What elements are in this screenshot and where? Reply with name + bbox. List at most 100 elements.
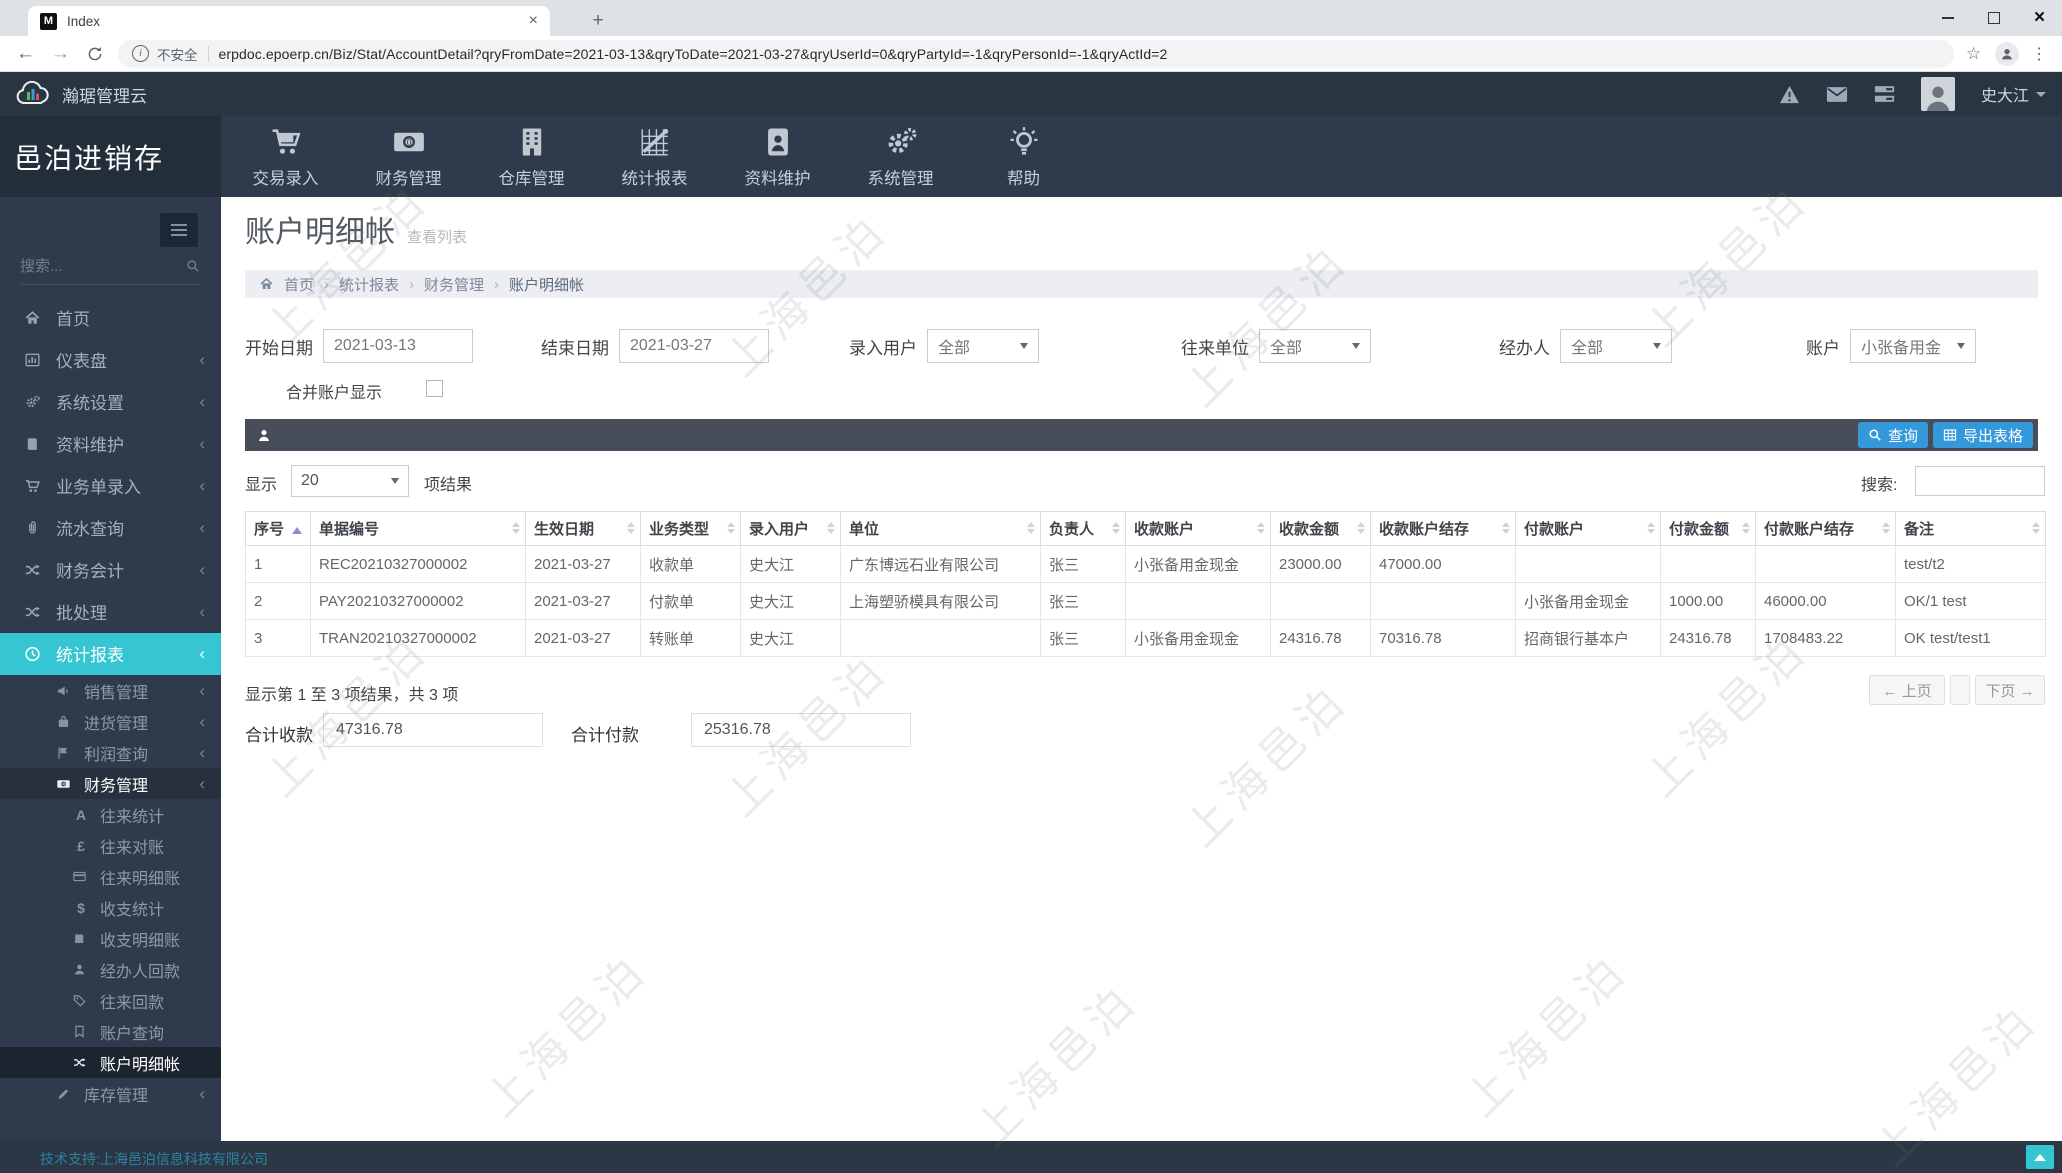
main-content: 账户明细帐 查看列表 首页 › 统计报表 › 财务管理 › 账户明细帐 开始日期 … — [221, 197, 2062, 1141]
table-row[interactable]: 1 REC20210327000002 2021-03-27 收款单 史大江 广东博远… — [245, 545, 2046, 583]
user-avatar[interactable] — [1920, 77, 1955, 111]
bookmark-star-icon[interactable]: ☆ — [1966, 44, 1981, 64]
col-header-payment-account[interactable]: 付款账户 — [1515, 511, 1661, 546]
sidebar-item-batch-processing[interactable]: 批处理 ‹ — [0, 591, 221, 633]
breadcrumb-home[interactable]: 首页 — [284, 274, 314, 295]
col-header-seq[interactable]: 序号 — [245, 511, 311, 546]
breadcrumb-reports[interactable]: 统计报表 — [339, 274, 399, 295]
nav-item-trade-entry[interactable]: 交易录入 — [224, 116, 347, 197]
sidebar-item-agent-collection[interactable]: 经办人回款 — [0, 954, 221, 985]
sidebar-item-inventory-management[interactable]: 库存管理 ‹ — [0, 1078, 221, 1109]
col-header-doc-no[interactable]: 单据编号 — [310, 511, 526, 546]
sort-icon — [827, 521, 835, 534]
sidebar-item-party-reconciliation[interactable]: £ 往来对账 — [0, 830, 221, 861]
breadcrumb-finance[interactable]: 财务管理 — [424, 274, 484, 295]
sidebar-item-order-entry[interactable]: 业务单录入 ‹ — [0, 465, 221, 507]
sidebar-item-system-settings[interactable]: 系统设置 ‹ — [0, 381, 221, 423]
sidebar-item-statistics-reports[interactable]: 统计报表 ‹ — [0, 633, 221, 675]
sidebar-item-party-statistics[interactable]: A 往来统计 — [0, 799, 221, 830]
table-search-input[interactable] — [1915, 466, 2045, 496]
sidebar-search-input[interactable]: 搜索... — [20, 255, 200, 285]
total-payment-value[interactable]: 25316.78 — [691, 713, 911, 747]
start-date-input[interactable]: 2021-03-13 — [323, 329, 473, 363]
col-header-biz-type[interactable]: 业务类型 — [640, 511, 741, 546]
col-header-receipt-balance[interactable]: 收款账户结存 — [1370, 511, 1516, 546]
tasks-icon[interactable] — [1874, 85, 1895, 103]
new-tab-button[interactable]: + — [586, 9, 610, 33]
entry-user-select[interactable]: 全部 — [927, 329, 1039, 363]
browser-profile-avatar[interactable] — [1995, 41, 2020, 66]
col-header-receipt-amount[interactable]: 收款金额 — [1270, 511, 1371, 546]
query-button[interactable]: 查询 — [1857, 422, 1928, 448]
col-header-owner[interactable]: 负责人 — [1040, 511, 1126, 546]
info-icon[interactable]: i — [132, 45, 149, 62]
merge-accounts-checkbox[interactable] — [426, 380, 443, 397]
sidebar-item-account-detail-ledger[interactable]: 账户明细帐 — [0, 1047, 221, 1078]
export-table-button[interactable]: 导出表格 — [1932, 422, 2033, 448]
envelope-icon[interactable] — [1826, 86, 1848, 103]
sidebar-item-dashboard[interactable]: 仪表盘 ‹ — [0, 339, 221, 381]
page-number-button[interactable] — [1950, 675, 1970, 705]
sidebar-item-transaction-query[interactable]: 流水查询 ‹ — [0, 507, 221, 549]
total-receipt-value[interactable]: 47316.78 — [323, 713, 543, 747]
col-header-payment-amount[interactable]: 付款金额 — [1660, 511, 1756, 546]
col-header-receipt-account[interactable]: 收款账户 — [1125, 511, 1271, 546]
col-header-effective-date[interactable]: 生效日期 — [525, 511, 641, 546]
window-close-button[interactable]: × — [2017, 0, 2062, 36]
sidebar-toggle-button[interactable] — [160, 213, 198, 247]
tab-close-icon[interactable]: × — [529, 13, 538, 29]
col-header-entry-user[interactable]: 录入用户 — [740, 511, 841, 546]
brand-title: 邑泊进销存 — [14, 142, 165, 174]
sidebar-item-party-collection[interactable]: 往来回款 — [0, 985, 221, 1016]
agent-select[interactable]: 全部 — [1560, 329, 1672, 363]
refresh-icon[interactable] — [86, 45, 104, 63]
sidebar-item-income-expense-statistics[interactable]: $ 收支统计 — [0, 892, 221, 923]
user-menu[interactable]: 史大江 — [1981, 82, 2046, 106]
col-header-remark[interactable]: 备注 — [1895, 511, 2046, 546]
window-maximize-button[interactable] — [1971, 0, 2017, 36]
nav-item-warehouse[interactable]: 仓库管理 — [470, 116, 593, 197]
sidebar-item-data-maintenance[interactable]: 资料维护 ‹ — [0, 423, 221, 465]
table-row[interactable]: 3 TRAN20210327000002 2021-03-27 转账单 史大江 张三… — [245, 619, 2046, 657]
party-select[interactable]: 全部 — [1259, 329, 1371, 363]
nav-item-finance[interactable]: 0 财务管理 — [347, 116, 470, 197]
account-select[interactable]: 小张备用金 — [1850, 329, 1976, 363]
page-title: 账户明细帐 — [245, 216, 395, 249]
sidebar-item-income-expense-detail[interactable]: 收支明细账 — [0, 923, 221, 954]
sidebar-item-financial-accounting[interactable]: 财务会计 ‹ — [0, 549, 221, 591]
search-icon — [1868, 428, 1882, 442]
sidebar-item-home[interactable]: 首页 — [0, 297, 221, 339]
nav-item-system[interactable]: 系统管理 — [839, 116, 962, 197]
sidebar-item-purchase-management[interactable]: 进货管理 ‹ — [0, 706, 221, 737]
sidebar: 搜索... 首页 仪表盘 ‹ 系统设置 ‹ 资料维护 ‹ 业务单录入 ‹ 流水查… — [0, 197, 221, 1141]
chevron-down-icon — [1957, 343, 1965, 349]
sidebar-item-profit-query[interactable]: 利润查询 ‹ — [0, 737, 221, 768]
nav-item-help[interactable]: 帮助 — [962, 116, 1085, 197]
sidebar-item-sales-management[interactable]: 销售管理 ‹ — [0, 675, 221, 706]
col-header-party[interactable]: 单位 — [840, 511, 1041, 546]
account-label: 账户 — [1806, 338, 1840, 358]
nav-item-reports[interactable]: 统计报表 — [593, 116, 716, 197]
page-size-select[interactable]: 20 — [291, 465, 409, 497]
back-to-top-button[interactable] — [2026, 1145, 2054, 1169]
url-text[interactable]: erpdoc.epoerp.cn/Biz/Stat/AccountDetail?… — [219, 46, 1168, 62]
alert-icon[interactable] — [1779, 85, 1800, 104]
totals-row: 合计收款 47316.78 合计付款 25316.78 — [221, 713, 2062, 749]
page-head: 账户明细帐 查看列表 — [245, 207, 467, 251]
forward-icon[interactable]: → — [51, 43, 70, 65]
back-icon[interactable]: ← — [16, 43, 35, 65]
table-row[interactable]: 2 PAY20210327000002 2021-03-27 付款单 史大江 上海塑骄… — [245, 582, 2046, 620]
chevron-down-icon — [1352, 343, 1360, 349]
sidebar-item-account-query[interactable]: 账户查询 — [0, 1016, 221, 1047]
browser-tab[interactable]: M Index × — [28, 6, 550, 36]
end-date-input[interactable]: 2021-03-27 — [619, 329, 769, 363]
url-bar[interactable]: i 不安全 erpdoc.epoerp.cn/Biz/Stat/AccountD… — [118, 39, 1954, 68]
prev-page-button[interactable]: ← 上页 — [1869, 675, 1945, 705]
window-minimize-button[interactable] — [1925, 0, 1971, 36]
sidebar-item-party-detail-ledger[interactable]: 往来明细账 — [0, 861, 221, 892]
sidebar-item-finance-management[interactable]: 0 财务管理 ‹ — [0, 768, 221, 799]
nav-item-data-maintenance[interactable]: 资料维护 — [716, 116, 839, 197]
browser-menu-icon[interactable]: ⋮ — [2031, 44, 2047, 64]
next-page-button[interactable]: 下页 → — [1975, 675, 2045, 705]
col-header-payment-balance[interactable]: 付款账户结存 — [1755, 511, 1896, 546]
